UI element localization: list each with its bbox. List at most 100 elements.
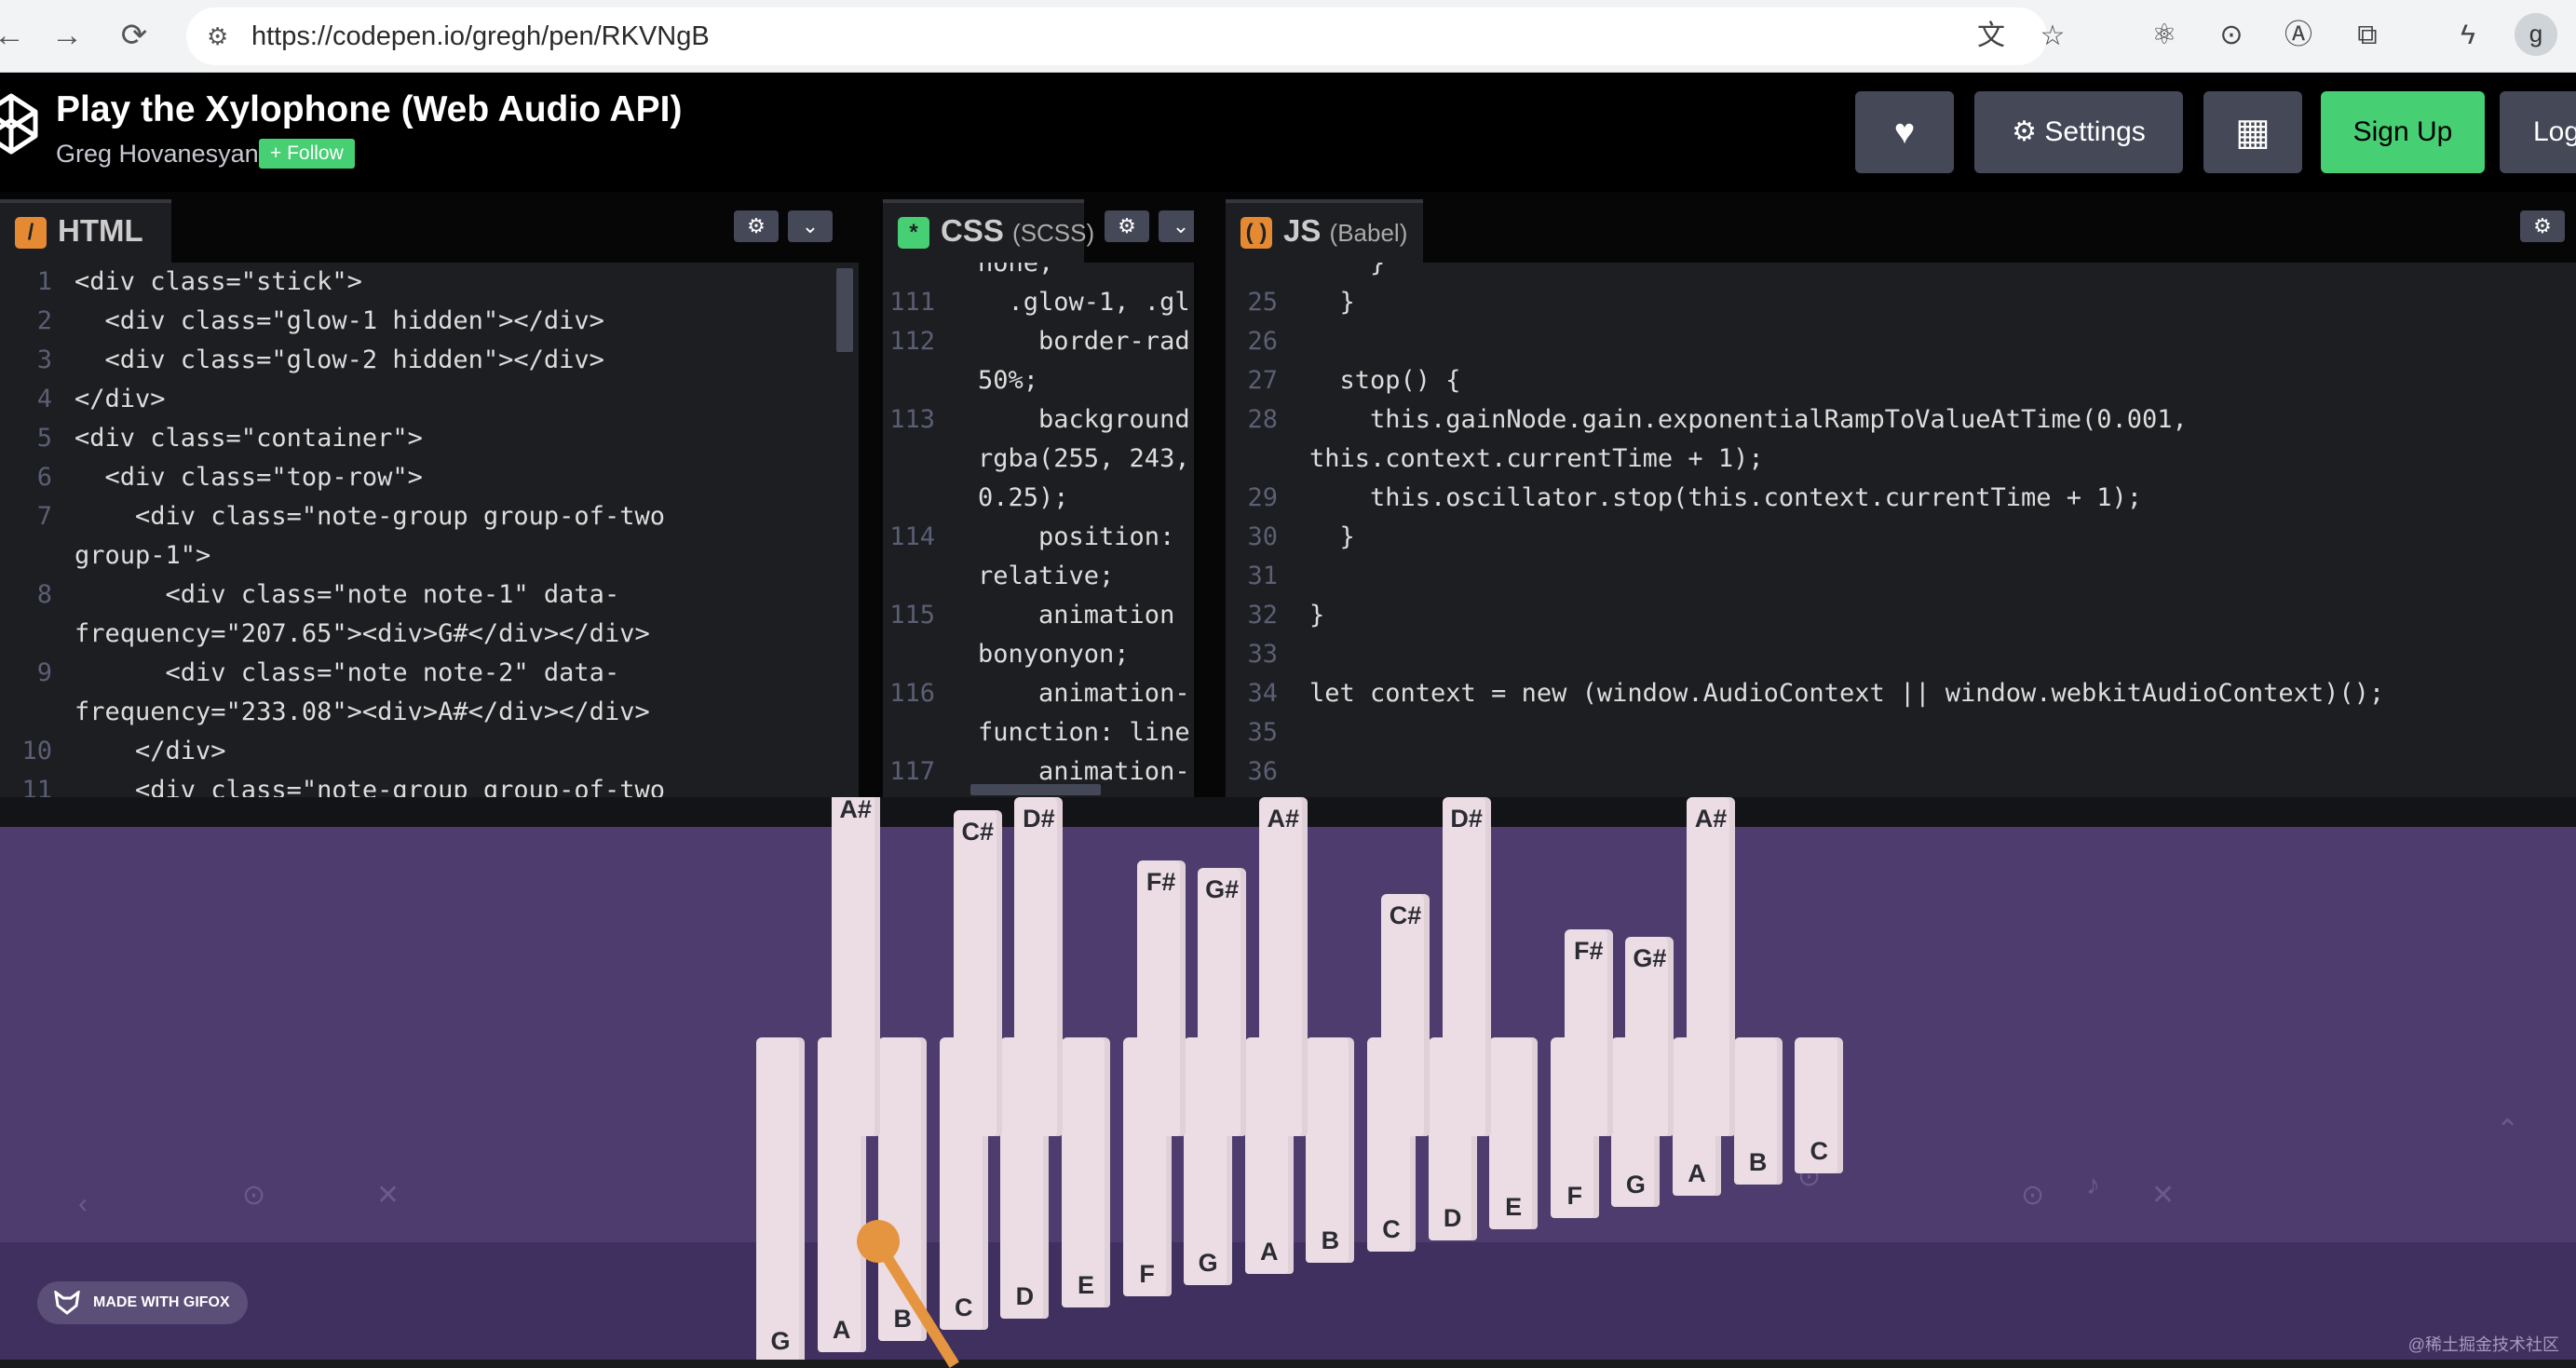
address-bar[interactable]: ⚙ https://codepen.io/gregh/pen/RKVNgB 文 …	[186, 7, 2065, 65]
sharp-note-bar[interactable]: A#	[1687, 797, 1735, 1136]
sharp-note-bar[interactable]: G#	[1198, 868, 1247, 1136]
tab-html[interactable]: / HTML	[0, 199, 171, 263]
code-line[interactable]: }	[1226, 263, 2576, 283]
css-h-scrollbar[interactable]	[970, 784, 1101, 795]
code-line[interactable]: 7 <div class="note-group group-of-two	[0, 497, 859, 536]
tab-css[interactable]: * CSS (SCSS)	[883, 199, 1094, 263]
pane-resizer[interactable]	[1194, 192, 1226, 797]
natural-note-bar[interactable]: E	[1489, 1037, 1539, 1229]
code-line[interactable]: group-1">	[0, 536, 859, 576]
code-line[interactable]: 114 position:	[883, 518, 1194, 557]
tab-js[interactable]: ( ) JS (Babel)	[1226, 199, 1423, 263]
extension-a-icon[interactable]: Ⓐ	[2276, 13, 2321, 58]
code-line[interactable]: 33	[1226, 635, 2576, 674]
sharp-note-bar[interactable]: C#	[953, 810, 1002, 1136]
follow-button[interactable]: + Follow	[259, 139, 355, 169]
code-line[interactable]: relative;	[883, 557, 1194, 596]
js-settings-gear-icon[interactable]: ⚙	[2520, 210, 2565, 242]
sharp-note-bar[interactable]: A#	[831, 797, 880, 1136]
code-line[interactable]: this.context.currentTime + 1);	[1226, 440, 2576, 479]
code-line[interactable]: 6 <div class="top-row">	[0, 458, 859, 497]
natural-note-bar[interactable]: C	[1795, 1037, 1844, 1173]
code-line[interactable]: 35	[1226, 713, 2576, 752]
code-line[interactable]: none;	[883, 263, 1194, 283]
sharp-note-bar[interactable]: D#	[1014, 797, 1064, 1136]
sharp-note-bar[interactable]: F#	[1564, 929, 1613, 1136]
code-line[interactable]: 27 stop() {	[1226, 361, 2576, 400]
code-line[interactable]: 25 }	[1226, 283, 2576, 322]
code-line[interactable]: bonyonyon;	[883, 635, 1194, 674]
bookmark-star-icon[interactable]: ☆	[2030, 14, 2075, 59]
css-code-editor[interactable]: none; 111 .glow-1, .gl 112 border-rad 50%; 1…	[883, 263, 1194, 797]
code-line[interactable]: 26	[1226, 322, 2576, 361]
html-chevron-down-icon[interactable]: ⌄	[788, 210, 833, 242]
code-line[interactable]: 3 <div class="glow-2 hidden"></div>	[0, 341, 859, 380]
translate-icon[interactable]: 文	[1969, 14, 2013, 59]
code-line[interactable]: 1 <div class="stick">	[0, 263, 859, 302]
code-line[interactable]: 111 .glow-1, .gl	[883, 283, 1194, 322]
code-line[interactable]: 10 </div>	[0, 732, 859, 771]
natural-note-bar[interactable]: B	[1306, 1037, 1355, 1263]
code-line[interactable]: function: line	[883, 713, 1194, 752]
bolt-icon[interactable]: ϟ	[2446, 13, 2490, 58]
browser-toolbar: ← → ⟳ ⚙ https://codepen.io/gregh/pen/RKV…	[0, 0, 2576, 73]
code-line[interactable]: 29 this.oscillator.stop(this.context.cur…	[1226, 479, 2576, 518]
code-line[interactable]: 5 <div class="container">	[0, 419, 859, 458]
extension-icon[interactable]: ⊙	[2209, 13, 2254, 58]
natural-note-bar[interactable]: B	[1733, 1037, 1783, 1185]
html-code-editor[interactable]: 1 <div class="stick"> 2 <div class="glow-1…	[0, 263, 859, 797]
css-settings-gear-icon[interactable]: ⚙	[1105, 210, 1149, 242]
back-icon[interactable]: ←	[0, 13, 32, 58]
author-name[interactable]: Greg Hovanesyan	[56, 140, 259, 169]
pane-resizer[interactable]	[859, 192, 883, 797]
code-line[interactable]: 50%;	[883, 361, 1194, 400]
settings-button[interactable]: ⚙ Settings	[1974, 91, 2183, 173]
sharp-note-bar[interactable]: D#	[1442, 797, 1491, 1136]
code-line[interactable]: 31	[1226, 557, 2576, 596]
code-line[interactable]: frequency="233.08"><div>A#</div></div>	[0, 693, 859, 732]
extensions-puzzle-icon[interactable]: ⧉	[2345, 13, 2390, 58]
code-line[interactable]: 0.25);	[883, 479, 1194, 518]
code-line[interactable]: 4 </div>	[0, 380, 859, 419]
site-settings-icon[interactable]: ⚙	[207, 7, 228, 65]
note-label: D#	[1450, 805, 1483, 833]
signup-button[interactable]: Sign Up	[2321, 91, 2485, 173]
code-line[interactable]: 112 border-rad	[883, 322, 1194, 361]
heart-button[interactable]: ♥	[1855, 91, 1954, 173]
sharp-note-bar[interactable]: F#	[1136, 860, 1186, 1136]
forward-icon[interactable]: →	[45, 13, 89, 58]
css-chevron-down-icon[interactable]: ⌄	[1159, 210, 1194, 242]
preview-stage[interactable]: ⊙ ✕ ‹ ⊙ ✕ ♪ ⊙ ⌃ G A B C D E F G A B C D E F G A B C A# C# D#…	[0, 797, 2576, 1360]
code-line[interactable]: 32}	[1226, 596, 2576, 635]
code-line[interactable]: 30 }	[1226, 518, 2576, 557]
reload-icon[interactable]: ⟳	[112, 13, 156, 58]
code-line[interactable]: 116 animation-	[883, 674, 1194, 713]
js-code-editor[interactable]: } 25 } 26 27 stop() {28 this.gainNode.gain.…	[1226, 263, 2576, 797]
sharp-note-bar[interactable]: G#	[1625, 937, 1674, 1136]
code-line[interactable]: frequency="207.65"><div>G#</div></div>	[0, 615, 859, 654]
natural-note-bar[interactable]: G	[756, 1037, 805, 1360]
code-line[interactable]: rgba(255, 243,	[883, 440, 1194, 479]
line-number: 36	[1247, 757, 1278, 786]
code-line[interactable]: 9 <div class="note note-2" data-	[0, 654, 859, 693]
url-text[interactable]: https://codepen.io/gregh/pen/RKVNgB	[251, 7, 710, 65]
code-line[interactable]: 2 <div class="glow-1 hidden"></div>	[0, 302, 859, 341]
sharp-note-bar[interactable]: C#	[1381, 894, 1430, 1136]
login-button[interactable]: Log	[2500, 91, 2576, 173]
react-devtools-icon[interactable]: ⚛	[2142, 13, 2187, 58]
natural-note-bar[interactable]: E	[1062, 1037, 1110, 1307]
html-scrollbar[interactable]	[836, 268, 853, 352]
sharp-note-bar[interactable]: A#	[1258, 797, 1308, 1136]
natural-note-bar[interactable]: B	[878, 1037, 928, 1341]
layout-button[interactable]: ▦	[2203, 91, 2302, 173]
code-line[interactable]: 113 background	[883, 400, 1194, 440]
codepen-logo-icon[interactable]	[0, 91, 39, 156]
code-line[interactable]: 28 this.gainNode.gain.exponentialRampToV…	[1226, 400, 2576, 440]
code-line[interactable]: 8 <div class="note note-1" data-	[0, 576, 859, 615]
profile-avatar[interactable]: g	[2515, 13, 2557, 56]
code-line[interactable]: 115 animation	[883, 596, 1194, 635]
code-line[interactable]: 36	[1226, 752, 2576, 792]
html-settings-gear-icon[interactable]: ⚙	[734, 210, 779, 242]
code-line[interactable]: 11 <div class="note-group group-of-two	[0, 771, 859, 797]
code-line[interactable]: 34 let context = new (window.AudioContext…	[1226, 674, 2576, 713]
